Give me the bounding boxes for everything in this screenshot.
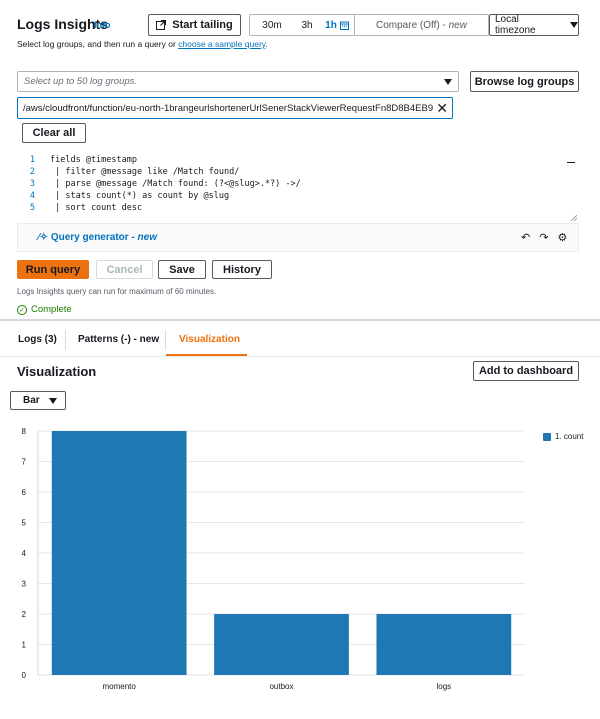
tabs-baseline (0, 356, 600, 357)
code-line: | filter @message like /Match found/ (50, 167, 240, 177)
scrollbar-marker (567, 162, 575, 163)
time-option-30m[interactable]: 30m (250, 15, 294, 35)
save-button[interactable]: Save (158, 260, 206, 279)
line-number: 2 (29, 167, 35, 177)
tab-visualization[interactable]: Visualization (179, 334, 240, 345)
run-query-button[interactable]: Run query (17, 260, 89, 279)
cancel-button[interactable]: Cancel (96, 260, 153, 279)
compare-label: Compare (Off) - (376, 19, 446, 31)
x-tick-label: logs (436, 682, 451, 691)
visualization-title: Visualization (17, 364, 97, 379)
line-number: 1 (29, 155, 35, 165)
timezone-select[interactable]: Local timezone (489, 14, 579, 36)
clear-all-button[interactable]: Clear all (22, 123, 86, 143)
tab-separator (165, 330, 166, 350)
resize-handle-icon[interactable] (571, 215, 577, 221)
bar-momento (51, 431, 187, 675)
close-icon[interactable]: ✕ (436, 100, 448, 117)
query-generator-link[interactable]: ⁄✧ Query generator - new (38, 232, 157, 243)
legend-label: 1. count (555, 432, 584, 441)
time-option-1h[interactable]: 1h (320, 15, 354, 35)
external-link-icon (156, 20, 167, 30)
undo-icon[interactable]: ↶ (521, 231, 530, 244)
info-link[interactable]: Info (94, 20, 111, 30)
chart-type-value: Bar (23, 395, 40, 406)
log-group-placeholder: Select up to 50 log groups. (24, 76, 138, 87)
time-option-1h-label: 1h (325, 19, 337, 31)
bar-logs (376, 614, 512, 675)
y-tick-label: 8 (22, 427, 27, 436)
legend-swatch (543, 432, 551, 441)
bar-outbox (214, 614, 349, 675)
magic-wand-icon: ⁄✧ (38, 232, 49, 243)
compare-toggle[interactable]: Compare (Off) - new (354, 15, 488, 35)
query-editor-code[interactable]: 1 2 3 4 5 fields @timestamp | filter @me… (17, 152, 579, 224)
y-tick-label: 4 (22, 549, 27, 558)
time-option-3h[interactable]: 3h (294, 15, 320, 35)
check-circle-icon: ✓ (17, 304, 27, 315)
code-line: fields @timestamp (50, 155, 137, 165)
y-tick-label: 3 (22, 580, 27, 589)
compare-new-badge: new (448, 19, 467, 31)
selected-log-group-token: /aws/cloudfront/function/eu-north-1brang… (17, 97, 453, 119)
status-text: Complete (31, 304, 72, 315)
subtitle-text: Select log groups, and then run a query … (17, 39, 179, 49)
history-button[interactable]: History (212, 260, 272, 279)
tab-logs[interactable]: Logs (3) (18, 334, 57, 345)
chart-type-select[interactable]: Bar (10, 391, 66, 410)
sample-query-link[interactable]: choose a sample query (178, 39, 265, 49)
y-tick-label: 1 (22, 641, 27, 650)
chevron-down-icon (570, 22, 578, 28)
time-range-selector: 30m 3h 1h Compare (Off) - new (249, 14, 489, 36)
code-line: | sort count desc (50, 203, 143, 213)
x-tick-label: momento (102, 682, 136, 691)
timezone-value: Local timezone (495, 14, 536, 36)
x-tick-label: outbox (269, 682, 293, 691)
chart-legend: 1. count (543, 432, 583, 441)
add-to-dashboard-button[interactable]: Add to dashboard (473, 361, 579, 381)
section-divider (0, 319, 600, 321)
code-line: | parse @message /Match found: (?<@slug>… (50, 179, 301, 189)
browse-log-groups-button[interactable]: Browse log groups (470, 71, 579, 92)
start-tailing-label: Start tailing (172, 19, 233, 31)
query-generator-label: Query generator - (50, 232, 138, 243)
tab-patterns[interactable]: Patterns (-) - new (78, 334, 159, 345)
y-tick-label: 6 (22, 488, 27, 497)
y-tick-label: 5 (22, 519, 27, 528)
line-number: 4 (29, 191, 35, 201)
log-group-select[interactable]: Select up to 50 log groups. (17, 71, 459, 92)
code-line: | stats count(*) as count by @slug (50, 191, 230, 201)
editor-toolbar: ↶ ↷ ⚙ (521, 231, 567, 244)
caret-down-icon (444, 79, 452, 85)
tab-separator (65, 330, 66, 350)
line-number: 3 (29, 179, 35, 189)
start-tailing-button[interactable]: Start tailing (148, 14, 241, 36)
subtitle-suffix: . (265, 39, 268, 49)
y-tick-label: 7 (22, 458, 27, 467)
bar-chart: 0 1 2 3 4 5 6 7 8 momento outbox logs (22, 427, 525, 691)
status-complete: ✓ Complete (17, 304, 72, 315)
redo-icon[interactable]: ↷ (539, 231, 548, 244)
chevron-down-icon (48, 397, 57, 404)
y-tick-label: 2 (22, 610, 27, 619)
query-generator-new: new (137, 232, 157, 243)
query-duration-note: Logs Insights query can run for maximum … (17, 287, 217, 296)
y-tick-label: 0 (22, 671, 27, 680)
settings-icon[interactable]: ⚙ (557, 231, 567, 244)
selected-log-group-name: /aws/cloudfront/function/eu-north-1brang… (23, 102, 434, 114)
line-number: 5 (29, 203, 35, 213)
page-subtitle: Select log groups, and then run a query … (17, 39, 268, 49)
calendar-icon (339, 21, 349, 30)
